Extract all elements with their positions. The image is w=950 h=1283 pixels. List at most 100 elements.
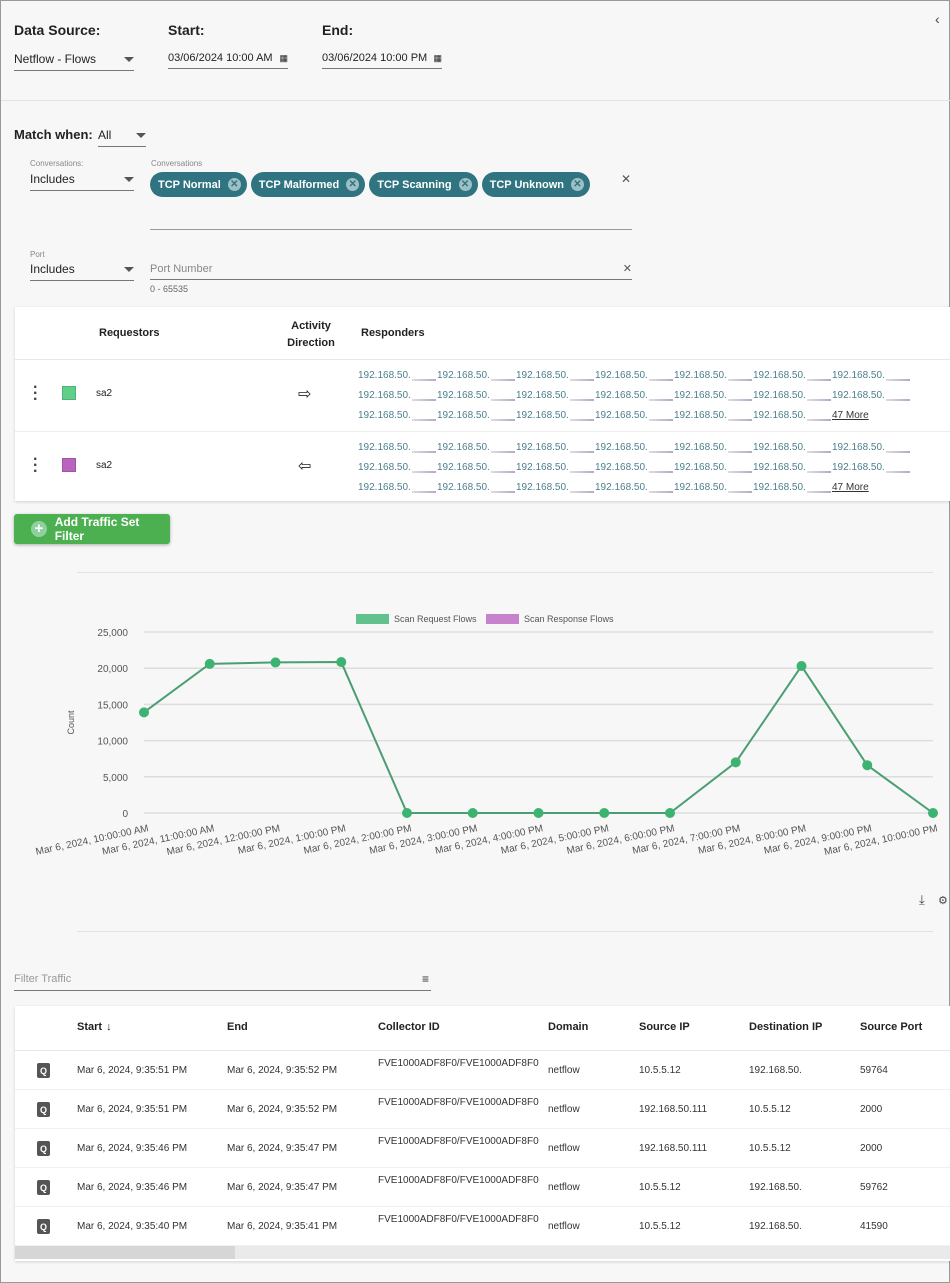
match-when-select[interactable]: All: [98, 128, 146, 147]
table-cell: FVE1000ADF8F0/FVE1000ADF8F0: [378, 1214, 539, 1225]
end-date-input[interactable]: 03/06/2024 10:00 PM ▦: [322, 52, 442, 69]
more-vertical-icon[interactable]: · · ·: [33, 452, 38, 480]
responder-ip[interactable]: 192.168.50.: [358, 442, 437, 453]
remove-chip-icon[interactable]: ✕: [227, 178, 241, 191]
column-header[interactable]: Collector ID: [378, 1021, 440, 1033]
table-cell: 59762: [860, 1182, 888, 1193]
horizontal-scrollbar[interactable]: [15, 1246, 950, 1259]
responder-ip[interactable]: 192.168.50.: [516, 370, 595, 381]
conversation-chip[interactable]: TCP Unknown ✕: [481, 172, 590, 197]
responder-ip[interactable]: 192.168.50.: [437, 410, 516, 421]
conversation-chip[interactable]: TCP Scanning ✕: [369, 172, 478, 197]
conversations-chip-input[interactable]: TCP Normal ✕ TCP Malformed ✕ TCP Scanning ✕ TC…: [150, 172, 632, 230]
more-vertical-icon[interactable]: · · ·: [33, 380, 38, 408]
conversations-mode-select[interactable]: Includes: [30, 172, 134, 191]
responder-ip[interactable]: 192.168.50.: [674, 390, 753, 401]
responder-ip[interactable]: 192.168.50.: [753, 390, 832, 401]
conversation-chip[interactable]: TCP Normal ✕: [150, 172, 247, 197]
responder-ip[interactable]: 192.168.50.: [516, 390, 595, 401]
table-row[interactable]: Q Mar 6, 2024, 9:35:40 PM Mar 6, 2024, 9:3…: [15, 1207, 950, 1246]
responder-ip[interactable]: 192.168.50.: [753, 370, 832, 381]
port-number-input[interactable]: Port Number ✕: [150, 262, 632, 280]
table-cell: 192.168.50.: [749, 1065, 802, 1076]
start-date-input[interactable]: 03/06/2024 10:00 AM ▦: [168, 52, 288, 69]
filter-traffic-input[interactable]: Filter Traffic ≡: [14, 972, 431, 991]
inspect-icon[interactable]: Q: [37, 1063, 50, 1078]
table-cell: Mar 6, 2024, 9:35:52 PM: [227, 1065, 338, 1076]
responder-ip[interactable]: 192.168.50.: [595, 442, 674, 453]
responder-ip[interactable]: 192.168.50.: [595, 462, 674, 473]
responder-ip[interactable]: 192.168.50.: [595, 370, 674, 381]
responder-ip[interactable]: 192.168.50.: [832, 462, 911, 473]
responder-ip[interactable]: 192.168.50.: [832, 442, 911, 453]
filter-icon[interactable]: ≡: [422, 972, 429, 986]
responder-ip[interactable]: 192.168.50.: [437, 442, 516, 453]
responder-ip[interactable]: 192.168.50.: [358, 482, 437, 493]
calendar-icon[interactable]: ▦: [433, 53, 442, 64]
download-icon[interactable]: ⤓: [919, 892, 925, 908]
responder-ip[interactable]: 192.168.50.: [753, 442, 832, 453]
responder-ip[interactable]: 192.168.50.: [358, 410, 437, 421]
responder-ip[interactable]: 192.168.50.: [437, 462, 516, 473]
responder-ip[interactable]: 192.168.50.: [674, 410, 753, 421]
column-header[interactable]: End: [227, 1021, 248, 1033]
table-row[interactable]: Q Mar 6, 2024, 9:35:51 PM Mar 6, 2024, 9:3…: [15, 1051, 950, 1090]
responder-ip[interactable]: 192.168.50.: [516, 482, 595, 493]
collapse-panel-button[interactable]: ‹: [935, 11, 940, 27]
column-header[interactable]: Source Port: [860, 1021, 922, 1033]
responder-ip[interactable]: 192.168.50.: [595, 390, 674, 401]
inspect-icon[interactable]: Q: [37, 1141, 50, 1156]
table-row[interactable]: Q Mar 6, 2024, 9:35:51 PM Mar 6, 2024, 9:3…: [15, 1090, 950, 1129]
clear-port-icon[interactable]: ✕: [623, 262, 632, 275]
conversation-chip[interactable]: TCP Malformed ✕: [250, 172, 366, 197]
inspect-icon[interactable]: Q: [37, 1219, 50, 1234]
responder-ip[interactable]: 192.168.50.: [516, 410, 595, 421]
gear-icon[interactable]: ⚙: [938, 894, 948, 907]
sort-arrow-down-icon[interactable]: ↓: [106, 1021, 112, 1033]
table-row[interactable]: Q Mar 6, 2024, 9:35:46 PM Mar 6, 2024, 9:3…: [15, 1129, 950, 1168]
responder-ip[interactable]: 192.168.50.: [516, 462, 595, 473]
responder-ip[interactable]: 192.168.50.: [358, 390, 437, 401]
remove-chip-icon[interactable]: ✕: [458, 178, 472, 191]
column-header[interactable]: Start ↓: [77, 1021, 112, 1033]
responder-ip[interactable]: 192.168.50.: [753, 410, 832, 421]
responder-ip[interactable]: 192.168.50.: [437, 370, 516, 381]
responder-ip[interactable]: 192.168.50.: [832, 370, 911, 381]
calendar-icon[interactable]: ▦: [279, 53, 288, 64]
column-header[interactable]: Source IP: [639, 1021, 690, 1033]
traffic-table: Start ↓ End Collector ID Domain Source IP Dest…: [15, 1006, 950, 1261]
inspect-icon[interactable]: Q: [37, 1180, 50, 1195]
more-responders-link[interactable]: 47 More: [832, 410, 869, 421]
responder-ip[interactable]: 192.168.50.: [437, 482, 516, 493]
responder-ip[interactable]: 192.168.50.: [358, 370, 437, 381]
add-traffic-set-filter-button[interactable]: + Add Traffic Set Filter: [14, 514, 170, 544]
more-responders-link[interactable]: 47 More: [832, 482, 869, 493]
color-swatch[interactable]: [62, 458, 76, 472]
remove-chip-icon[interactable]: ✕: [346, 178, 360, 191]
y-tick-label: 15,000: [97, 700, 128, 711]
responder-ip[interactable]: 192.168.50.: [437, 390, 516, 401]
scrollbar-thumb[interactable]: [15, 1246, 235, 1259]
responder-ip[interactable]: 192.168.50.: [595, 410, 674, 421]
port-mode-select[interactable]: Includes: [30, 262, 134, 281]
table-row[interactable]: Q Mar 6, 2024, 9:35:46 PM Mar 6, 2024, 9:3…: [15, 1168, 950, 1207]
clear-conversations-icon[interactable]: ✕: [621, 172, 631, 186]
responder-ip[interactable]: 192.168.50.: [516, 442, 595, 453]
column-header[interactable]: Domain: [548, 1021, 588, 1033]
color-swatch[interactable]: [62, 386, 76, 400]
table-cell: 10.5.5.12: [639, 1221, 681, 1232]
remove-chip-icon[interactable]: ✕: [570, 178, 584, 191]
responder-ip[interactable]: 192.168.50.: [358, 462, 437, 473]
column-header[interactable]: Destination IP: [749, 1021, 822, 1033]
responder-ip[interactable]: 192.168.50.: [674, 442, 753, 453]
responder-ip[interactable]: 192.168.50.: [595, 482, 674, 493]
responder-ip[interactable]: 192.168.50.: [832, 390, 911, 401]
data-source-select[interactable]: Netflow - Flows: [14, 52, 134, 71]
responder-ip[interactable]: 192.168.50.: [674, 462, 753, 473]
responder-ip[interactable]: 192.168.50.: [753, 462, 832, 473]
responder-ip[interactable]: 192.168.50.: [753, 482, 832, 493]
responder-ip[interactable]: 192.168.50.: [674, 482, 753, 493]
inspect-icon[interactable]: Q: [37, 1102, 50, 1117]
responder-ip[interactable]: 192.168.50.: [674, 370, 753, 381]
table-cell: 10.5.5.12: [639, 1065, 681, 1076]
